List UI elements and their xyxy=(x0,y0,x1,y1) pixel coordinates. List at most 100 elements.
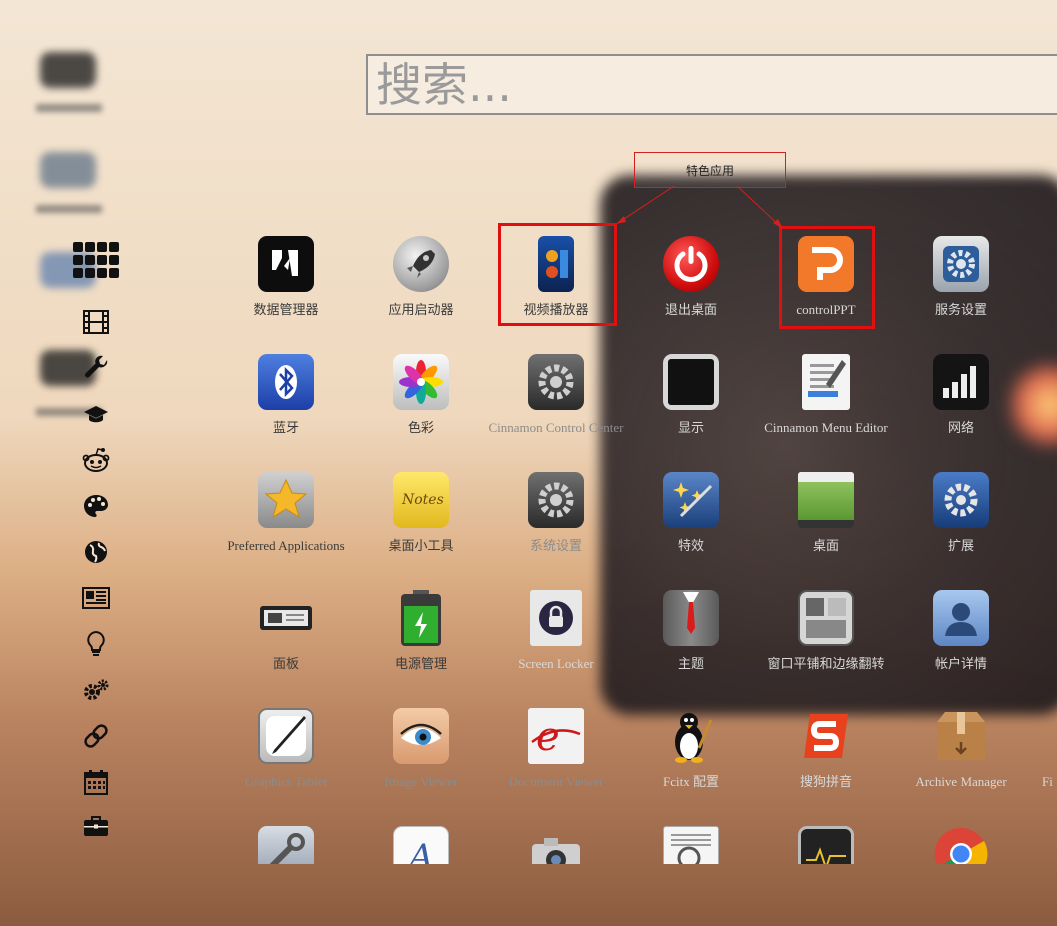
app-label: 搜狗拼音 xyxy=(799,774,852,789)
archive-box-icon xyxy=(931,706,991,766)
app-label: 主题 xyxy=(677,656,704,671)
app-fcitx-config[interactable]: Fcitx 配置 xyxy=(623,702,759,818)
app-label: 窗口平铺和边缘翻转 xyxy=(767,656,885,671)
newspaper-icon[interactable] xyxy=(70,578,122,618)
app-extensions[interactable]: 扩展 xyxy=(893,466,1029,582)
app-font[interactable]: A xyxy=(353,820,489,864)
highlight-controlppt xyxy=(779,226,875,329)
app-desktop[interactable]: 桌面 xyxy=(758,466,894,582)
reddit-alien-icon[interactable] xyxy=(70,440,122,480)
app-label: 系统设置 xyxy=(529,538,582,553)
eye-icon xyxy=(391,706,451,766)
app-label: Archive Manager xyxy=(915,774,1007,789)
featured-apps-callout: 特色应用 xyxy=(634,152,786,188)
svg-text:Notes: Notes xyxy=(401,492,444,508)
app-themes[interactable]: 主题 xyxy=(623,584,759,700)
app-label: 帐户详情 xyxy=(934,656,987,671)
panel-icon xyxy=(256,588,316,648)
app-label: Graphics Tablet xyxy=(244,774,328,789)
link-icon[interactable] xyxy=(70,716,122,756)
all-apps-icon[interactable] xyxy=(70,240,122,280)
app-preferred-applications[interactable]: Preferred Applications xyxy=(218,466,354,582)
app-label: 桌面 xyxy=(812,538,839,553)
app-panel[interactable]: 面板 xyxy=(218,584,354,700)
globe-icon[interactable] xyxy=(70,532,122,572)
app-label: Cinnamon Menu Editor xyxy=(764,420,888,435)
search-doc-icon xyxy=(661,824,721,864)
film-icon[interactable] xyxy=(70,302,122,342)
app-window-tiling[interactable]: 窗口平铺和边缘翻转 xyxy=(758,584,894,700)
app-document-viewer[interactable]: e Document Viewer xyxy=(488,702,624,818)
app-label: 特效 xyxy=(677,538,704,553)
app-image-viewer[interactable]: Image Viewer xyxy=(353,702,489,818)
app-label: Document Viewer xyxy=(508,774,604,789)
rocket-icon xyxy=(391,234,451,294)
blurred-icon xyxy=(40,52,96,88)
camera-icon xyxy=(526,824,586,864)
app-system-monitor[interactable] xyxy=(758,820,894,864)
notes-icon: Notes xyxy=(391,470,451,530)
service-settings-icon xyxy=(931,234,991,294)
app-effects[interactable]: 特效 xyxy=(623,466,759,582)
app-menu-editor[interactable]: Cinnamon Menu Editor xyxy=(758,348,894,464)
sogou-icon xyxy=(796,706,856,766)
document-viewer-icon: e xyxy=(526,706,586,766)
apps-grid: 数据管理器 应用启动器 视频播放器 退出桌面 controlPPT 服务设置 蓝… xyxy=(218,230,1057,864)
chrome-icon xyxy=(931,824,991,864)
calendar-icon[interactable] xyxy=(70,762,122,802)
app-label: Image Viewer xyxy=(384,774,458,789)
app-power-management[interactable]: 电源管理 xyxy=(353,584,489,700)
app-service-settings[interactable]: 服务设置 xyxy=(893,230,1029,346)
app-network[interactable]: 网络 xyxy=(893,348,1029,464)
gears-icon[interactable] xyxy=(70,670,122,710)
app-label: 蓝牙 xyxy=(272,420,299,435)
extension-gear-icon xyxy=(931,470,991,530)
app-color[interactable]: 色彩 xyxy=(353,348,489,464)
palette-icon[interactable] xyxy=(70,486,122,526)
app-tools[interactable] xyxy=(218,820,354,864)
app-camera[interactable] xyxy=(488,820,624,864)
app-partial[interactable]: Fi xyxy=(1028,702,1057,818)
tools-icon xyxy=(256,824,316,864)
app-graphics-tablet[interactable]: Graphics Tablet xyxy=(218,702,354,818)
app-archive-manager[interactable]: Archive Manager xyxy=(893,702,1029,818)
effects-icon xyxy=(661,470,721,530)
system-monitor-icon xyxy=(796,824,856,864)
app-launcher[interactable]: 应用启动器 xyxy=(353,230,489,346)
callout-label: 特色应用 xyxy=(685,163,734,178)
app-chrome[interactable] xyxy=(893,820,1029,864)
app-label: 电源管理 xyxy=(394,656,447,671)
app-display[interactable]: 显示 xyxy=(623,348,759,464)
graduation-cap-icon[interactable] xyxy=(70,394,122,434)
gear-icon xyxy=(526,470,586,530)
app-label: 扩展 xyxy=(947,538,974,553)
power-icon xyxy=(661,234,721,294)
app-screen-locker[interactable]: Screen Locker xyxy=(488,584,624,700)
app-sogou-pinyin[interactable]: 搜狗拼音 xyxy=(758,702,894,818)
blurred-icon xyxy=(40,152,96,188)
search-box[interactable] xyxy=(366,54,1057,115)
window-tiling-icon xyxy=(796,588,856,648)
color-flower-icon xyxy=(391,352,451,412)
app-logout[interactable]: 退出桌面 xyxy=(623,230,759,346)
lightbulb-icon[interactable] xyxy=(70,624,122,664)
blurred-label xyxy=(36,205,102,213)
app-cinnamon-control-center[interactable]: Cinnamon Control Center xyxy=(488,348,624,464)
app-label: Fcitx 配置 xyxy=(663,774,719,789)
app-label: Preferred Applications xyxy=(227,538,345,553)
svg-text:A: A xyxy=(406,837,434,864)
tablet-pen-icon xyxy=(256,706,316,766)
app-desklets[interactable]: Notes 桌面小工具 xyxy=(353,466,489,582)
app-account-details[interactable]: 帐户详情 xyxy=(893,584,1029,700)
app-search-doc[interactable] xyxy=(623,820,759,864)
search-input[interactable] xyxy=(368,56,1057,113)
app-bluetooth[interactable]: 蓝牙 xyxy=(218,348,354,464)
star-icon xyxy=(256,470,316,530)
blurred-label xyxy=(36,104,102,112)
app-label: Fi xyxy=(1042,774,1053,789)
bluetooth-icon xyxy=(256,352,316,412)
wrench-icon[interactable] xyxy=(70,348,122,388)
briefcase-icon[interactable] xyxy=(70,806,122,846)
app-data-manager[interactable]: 数据管理器 xyxy=(218,230,354,346)
app-system-settings[interactable]: 系统设置 xyxy=(488,466,624,582)
